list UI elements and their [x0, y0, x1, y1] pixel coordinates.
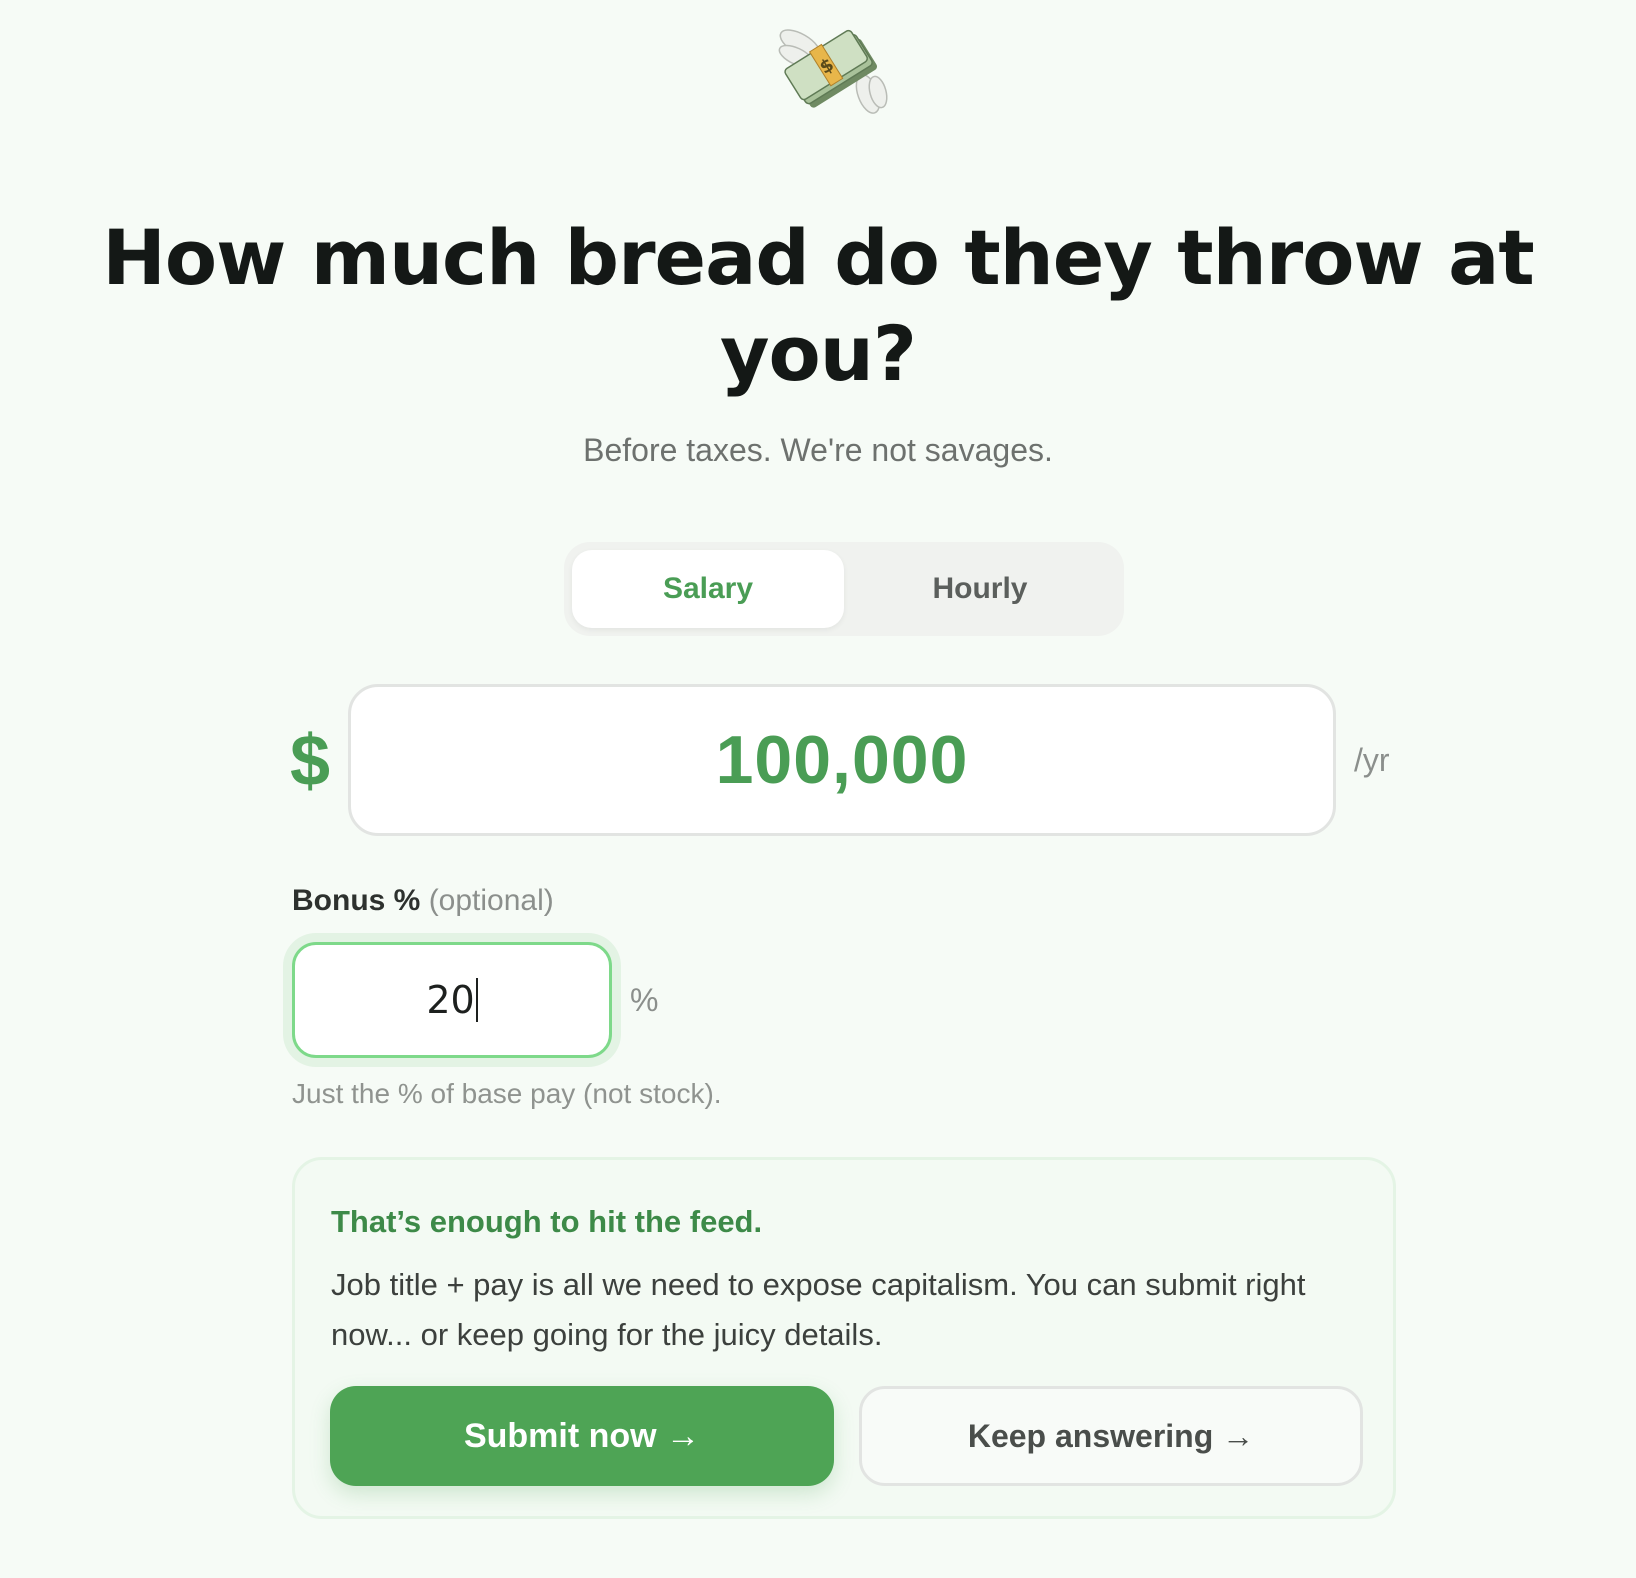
bonus-value: 20 [426, 978, 475, 1022]
callout-title: That’s enough to hit the feed. [331, 1204, 763, 1239]
callout-body: Job title + pay is all we need to expose… [331, 1267, 1306, 1352]
money-with-wings-icon: $ [778, 29, 888, 114]
text-caret [475, 978, 478, 1022]
bonus-percent-suffix: % [630, 982, 659, 1018]
amount-unit: /yr [1354, 742, 1390, 778]
bonus-optional-text: (optional) [428, 884, 554, 917]
currency-symbol: $ [290, 721, 331, 801]
tab-salary[interactable]: Salary [572, 550, 844, 628]
pay-type-toggle: Salary Hourly [564, 542, 1124, 636]
page-title: How much bread do they throw at you? [102, 213, 1534, 398]
page-subtitle: Before taxes. We're not savages. [583, 432, 1053, 468]
bonus-percent-input[interactable]: 20 [292, 942, 612, 1058]
bonus-label-text: Bonus % [292, 884, 421, 917]
bonus-label: Bonus % (optional) [292, 884, 554, 918]
salary-amount-value: 100,000 [715, 722, 969, 798]
tab-hourly[interactable]: Hourly [844, 550, 1116, 628]
bonus-hint: Just the % of base pay (not stock). [292, 1078, 722, 1109]
submit-now-button[interactable]: Submit now → [330, 1386, 834, 1486]
submit-callout: That’s enough to hit the feed. Job title… [292, 1157, 1396, 1519]
keep-answering-button[interactable]: Keep answering → [859, 1386, 1363, 1486]
salary-amount-input[interactable]: 100,000 [348, 684, 1336, 836]
